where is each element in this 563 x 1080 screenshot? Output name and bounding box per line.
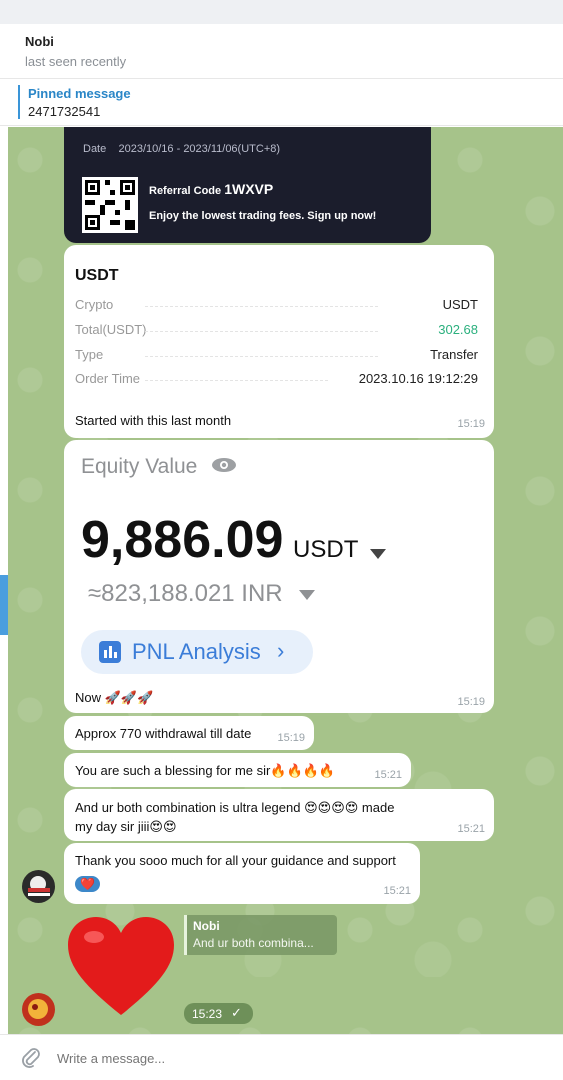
promo-image[interactable]: Date 2023/10/16 - 2023/11/06(UTC+8) Refe… <box>64 127 431 243</box>
message-bubble[interactable]: And ur both combination is ultra legend … <box>64 789 494 841</box>
contact-name[interactable]: Nobi <box>25 34 54 49</box>
reply-quote: And ur both combina... <box>193 936 314 950</box>
message-text: You are such a blessing for me sir🔥🔥🔥🔥 <box>75 763 336 778</box>
order-row: Crypto USDT <box>75 297 478 312</box>
paperclip-icon[interactable] <box>20 1047 42 1074</box>
bar-chart-icon <box>99 641 121 669</box>
contact-status: last seen recently <box>25 54 127 69</box>
pnl-analysis-button[interactable]: PNL Analysis › <box>81 630 313 674</box>
sticker-time-badge: 15:23 ✓ <box>184 1003 253 1024</box>
equity-value: 9,886.09 USDT <box>81 510 387 570</box>
message-time: 15:21 <box>383 885 411 897</box>
order-card-message[interactable]: USDT Crypto USDT Total(USDT) 302.68 Type Tr… <box>64 245 494 438</box>
message-input[interactable] <box>57 1047 537 1069</box>
message-composer[interactable] <box>0 1034 563 1080</box>
avatar[interactable] <box>22 993 55 1026</box>
message-bubble[interactable]: You are such a blessing for me sir🔥🔥🔥🔥 1… <box>64 753 411 787</box>
reaction-badge[interactable]: ❤️ <box>75 876 100 892</box>
message-time: 15:21 <box>457 823 485 835</box>
message-bubble[interactable]: Approx 770 withdrawal till date 15:19 <box>64 716 314 750</box>
currency-dropdown-icon[interactable] <box>299 589 316 600</box>
unit-dropdown-icon[interactable] <box>370 548 387 559</box>
message-text: Now 🚀🚀🚀 <box>75 690 154 705</box>
message-time: 15:19 <box>277 732 305 744</box>
message-text: And ur both combination is ultra legend … <box>75 800 395 834</box>
reply-name: Nobi <box>193 919 220 933</box>
avatar[interactable] <box>22 870 55 903</box>
equity-label: Equity Value <box>81 455 237 479</box>
heart-sticker-icon[interactable] <box>66 915 176 1025</box>
pinned-title: Pinned message <box>28 86 131 101</box>
order-row: Order Time 2023.10.16 19:12:29 <box>75 371 478 386</box>
promo-date: Date 2023/10/16 - 2023/11/06(UTC+8) <box>83 143 281 155</box>
message-bubble[interactable]: Thank you sooo much for all your guidanc… <box>64 843 420 904</box>
chat-header[interactable]: Nobi last seen recently <box>0 24 563 79</box>
reply-preview[interactable]: Nobi And ur both combina... <box>184 915 337 955</box>
qr-code-icon <box>82 177 138 233</box>
message-time: 15:19 <box>457 418 485 430</box>
order-row: Total(USDT) 302.68 <box>75 322 478 337</box>
window-top-strip <box>0 0 563 24</box>
message-time: 15:21 <box>374 769 402 781</box>
pinned-message-bar[interactable]: Pinned message 2471732541 <box>0 80 563 126</box>
order-title: USDT <box>75 267 119 284</box>
chat-area[interactable]: Date 2023/10/16 - 2023/11/06(UTC+8) Refe… <box>8 127 563 1034</box>
read-check-icon: ✓ <box>231 1005 242 1020</box>
reply-accent-bar <box>184 915 187 955</box>
referral-code: Referral Code 1WXVP <box>149 181 274 197</box>
message-text: Started with this last month <box>75 413 232 428</box>
message-time: 15:19 <box>457 696 485 708</box>
eye-icon[interactable] <box>211 455 237 479</box>
promo-tagline: Enjoy the lowest trading fees. Sign up n… <box>149 210 377 222</box>
pinned-accent-bar <box>18 85 20 119</box>
message-text: Thank you sooo much for all your guidanc… <box>75 853 396 868</box>
message-text: Approx 770 withdrawal till date <box>75 726 252 741</box>
order-row: Type Transfer <box>75 347 478 362</box>
equity-screenshot-message[interactable]: Equity Value 9,886.09 USDT ≈823,188.021 … <box>64 440 494 713</box>
chevron-right-icon: › <box>277 638 285 663</box>
pinned-text: 2471732541 <box>28 104 101 119</box>
inr-value: ≈823,188.021 INR <box>88 580 316 608</box>
side-unread-marker <box>0 575 8 635</box>
